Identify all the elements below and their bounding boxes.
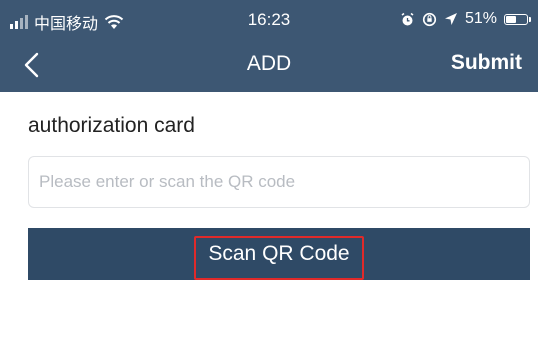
location-arrow-icon bbox=[444, 13, 457, 25]
nav-bar: ADD Submit bbox=[0, 40, 538, 92]
status-right: 51% bbox=[400, 10, 531, 28]
battery-icon bbox=[504, 13, 531, 25]
scan-qr-code-button[interactable]: Scan QR Code bbox=[28, 228, 530, 280]
chevron-left-icon bbox=[24, 52, 39, 78]
back-button[interactable] bbox=[18, 50, 48, 80]
header-bar: 中国移动 16:23 51% ADD Submit bbox=[0, 0, 538, 92]
status-bar: 中国移动 16:23 51% bbox=[0, 0, 538, 40]
authorization-card-label: authorization card bbox=[28, 114, 195, 137]
orientation-lock-icon bbox=[422, 12, 437, 26]
submit-button[interactable]: Submit bbox=[451, 51, 522, 75]
alarm-icon bbox=[401, 12, 414, 25]
qr-code-input[interactable] bbox=[28, 156, 530, 208]
scan-qr-code-label: Scan QR Code bbox=[208, 242, 350, 265]
battery-percent: 51% bbox=[464, 10, 497, 27]
